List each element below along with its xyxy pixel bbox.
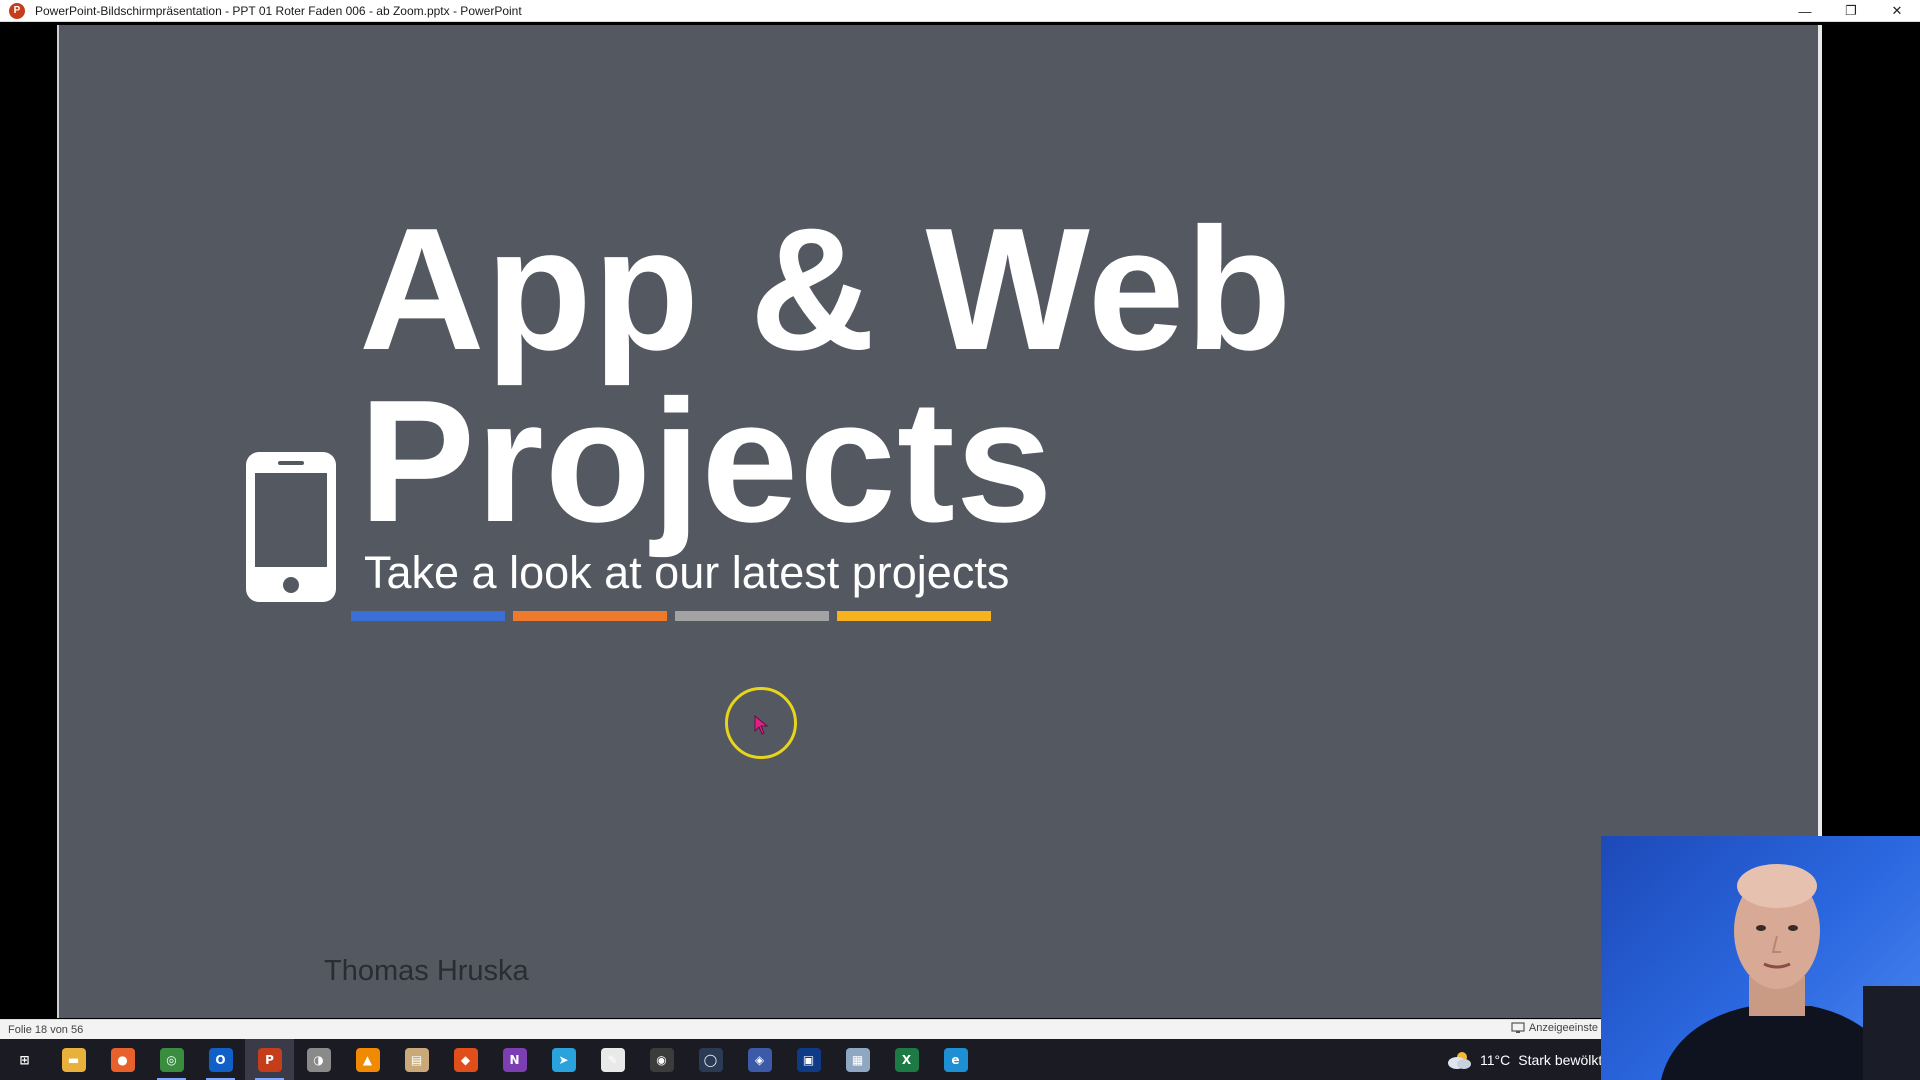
start-icon: ⊞ <box>12 1047 37 1072</box>
taskbar-button-onenote[interactable]: N <box>490 1039 539 1080</box>
presenter-name: Thomas Hruska <box>324 955 529 987</box>
firefox-icon: ● <box>110 1047 135 1072</box>
taskbar-button-app-icon-16[interactable]: ◈ <box>735 1039 784 1080</box>
powerpoint-icon: P <box>257 1047 282 1072</box>
taskbar-button-outlook[interactable]: O <box>196 1039 245 1080</box>
webcam-overlay <box>1601 836 1920 1080</box>
window-title: PowerPoint-Bildschirmpräsentation - PPT … <box>35 3 522 18</box>
app-icon-15: ◯ <box>698 1047 723 1072</box>
taskbar-button-telegram[interactable]: ➤ <box>539 1039 588 1080</box>
color-bars <box>351 611 991 621</box>
color-bar-yellow <box>837 611 991 621</box>
color-bar-gray <box>675 611 829 621</box>
onenote-icon: N <box>502 1047 527 1072</box>
obs-icon: ◉ <box>649 1047 674 1072</box>
taskbar-button-app-icon-13[interactable]: ✎ <box>588 1039 637 1080</box>
display-settings-button[interactable]: Anzeigeeinste <box>1511 1022 1598 1034</box>
smartphone-icon <box>246 452 336 602</box>
weather-label[interactable]: Stark bewölkt <box>1518 1052 1602 1068</box>
close-button[interactable]: ✕ <box>1874 0 1920 22</box>
app-icon-10: ◆ <box>453 1047 478 1072</box>
taskbar-button-app-icon-10[interactable]: ◆ <box>441 1039 490 1080</box>
app-icon-17: ▣ <box>796 1047 821 1072</box>
taskbar-button-app-icon-15[interactable]: ◯ <box>686 1039 735 1080</box>
slide-counter: Folie 18 von 56 <box>8 1023 84 1036</box>
taskbar-apps: ⊞ ▬ ● ◎ O P ◑ ▲ ▤ ◆ N ➤ ✎ ◉ ◯ ◈ ▣ ▦ Xe <box>0 1039 980 1080</box>
taskbar-button-powerpoint[interactable]: P <box>245 1039 294 1080</box>
taskbar-button-app-icon-7[interactable]: ◑ <box>294 1039 343 1080</box>
taskbar-button-edge[interactable]: e <box>931 1039 980 1080</box>
edge-icon: e <box>943 1047 968 1072</box>
window-controls: — ❐ ✕ <box>1782 0 1920 22</box>
taskbar-button-obs[interactable]: ◉ <box>637 1039 686 1080</box>
restore-button[interactable]: ❐ <box>1828 0 1874 22</box>
color-bar-blue <box>351 611 505 621</box>
slide-title: App & Web Projects <box>359 191 1459 558</box>
notepad-icon: ▤ <box>404 1047 429 1072</box>
taskbar-button-firefox[interactable]: ● <box>98 1039 147 1080</box>
taskbar-button-chrome[interactable]: ◎ <box>147 1039 196 1080</box>
taskbar-button-app-icon-18[interactable]: ▦ <box>833 1039 882 1080</box>
taskbar-button-vlc[interactable]: ▲ <box>343 1039 392 1080</box>
cloudy-weather-icon <box>1448 1051 1471 1069</box>
taskbar-button-file-explorer[interactable]: ▬ <box>49 1039 98 1080</box>
slide-title-line-1: App & Web <box>359 191 1293 386</box>
minimize-button[interactable]: — <box>1782 0 1828 22</box>
app-icon-13: ✎ <box>600 1047 625 1072</box>
mouse-pointer-icon <box>754 715 768 735</box>
excel-icon: X <box>894 1047 919 1072</box>
display-settings-label: Anzeigeeinste <box>1528 1022 1598 1034</box>
slide[interactable]: App & Web Projects Take a look at our la… <box>57 25 1822 1018</box>
slide-title-line-2: Projects <box>359 363 1054 558</box>
color-bar-orange <box>513 611 667 621</box>
file-explorer-icon: ▬ <box>61 1047 86 1072</box>
vlc-icon: ▲ <box>355 1047 380 1072</box>
powerpoint-app-icon: P <box>9 2 25 19</box>
chrome-icon: ◎ <box>159 1047 184 1072</box>
slide-subtitle: Take a look at our latest projects <box>364 547 1010 598</box>
system-tray: 11°C Stark bewölkt <box>1446 1039 1602 1080</box>
window-titlebar: P PowerPoint-Bildschirmpräsentation - PP… <box>0 0 1920 22</box>
telegram-icon: ➤ <box>551 1047 576 1072</box>
taskbar-button-notepad[interactable]: ▤ <box>392 1039 441 1080</box>
temperature-label[interactable]: 11°C <box>1480 1052 1510 1068</box>
app-icon-16: ◈ <box>747 1047 772 1072</box>
monitor-settings-icon <box>1511 1022 1525 1033</box>
presenter-webcam-image <box>1661 864 1920 1080</box>
taskbar-button-start[interactable]: ⊞ <box>0 1039 49 1080</box>
taskbar-button-excel[interactable]: X <box>882 1039 931 1080</box>
outlook-icon: O <box>208 1047 233 1072</box>
app-icon-18: ▦ <box>845 1047 870 1072</box>
taskbar-button-app-icon-17[interactable]: ▣ <box>784 1039 833 1080</box>
app-icon-7: ◑ <box>306 1047 331 1072</box>
